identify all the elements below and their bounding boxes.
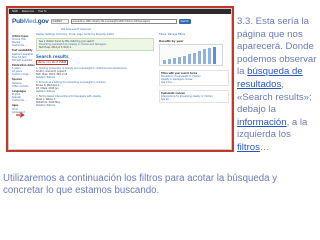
sidebar-filter-item[interactable]: Customize ... <box>12 44 33 47</box>
information-link[interactable]: información <box>237 117 287 128</box>
year-bars <box>163 47 216 64</box>
related-citations-link[interactable]: Related citations <box>36 90 154 93</box>
topbar-item-ncbi[interactable]: NCBI <box>12 10 18 13</box>
related-citations-link[interactable]: Related citations <box>36 104 154 107</box>
panel-link[interactable]: See more... <box>161 81 227 84</box>
pubmed-screenshot: NCBI Resources How To PubMed.gov PubMed … <box>8 8 232 150</box>
result-item: 3. Family-based interventions for teenag… <box>36 95 154 107</box>
results-by-year-chart[interactable] <box>159 44 223 66</box>
filters-sidebar: Article types Clinical Trial Review Customi… <box>12 33 35 114</box>
topbar-item-resources[interactable]: Resources <box>22 10 34 13</box>
search-bar-row: PubMed.gov PubMed prevention AND obesity… <box>9 14 231 29</box>
filters-pointer-arrow <box>16 112 25 118</box>
panel-link[interactable]: See all... <box>161 98 227 101</box>
callout-text: … <box>259 141 270 153</box>
result-item: 2. Schools as a setting for preventing o… <box>36 81 154 93</box>
search-results-link[interactable]: búsqueda de resultados <box>237 66 303 90</box>
result-item: 1. Tackling prevention of obesity and ov… <box>36 67 154 79</box>
explanation-callout: 3.3. Esta sería la página que nos aparec… <box>237 16 317 155</box>
filters-link[interactable]: filtros <box>237 142 260 153</box>
results-list: 1. Tackling prevention of obesity and ov… <box>36 67 154 107</box>
related-citations-link[interactable]: Related citations <box>36 76 154 79</box>
display-settings[interactable]: Display Settings: Summary, 20 per page, … <box>36 33 154 37</box>
manage-filters-link[interactable]: Filters: Manage Filters <box>159 33 229 36</box>
right-column: Filters: Manage Filters Results by year … <box>159 33 229 103</box>
titles-panel: Titles with your search terms Prevention… <box>159 70 229 86</box>
search-input[interactable]: prevention AND obesity OR overweight AND… <box>70 19 177 24</box>
advanced-links[interactable]: RSS Save search Advanced <box>61 28 91 31</box>
pubmed-logo[interactable]: PubMed.gov <box>12 18 49 25</box>
sidebar-filter-item[interactable]: Full text available <box>12 59 33 62</box>
sidebar-filter-item[interactable]: Other Animals <box>12 85 33 88</box>
database-select[interactable]: PubMed <box>50 19 69 24</box>
topbar-item-howto[interactable]: How To <box>38 10 47 13</box>
title-match-notice: See 1 citation found by title matching y… <box>36 38 154 51</box>
search-button[interactable]: Search <box>178 19 191 24</box>
sidebar-filter-item[interactable]: Custom range... <box>12 73 33 76</box>
notice-line: Nutr Hosp. 2014 Jul 1;30(1):1. <box>39 46 72 49</box>
results-main: Display Settings: Summary, 20 per page, … <box>36 33 154 107</box>
results-by-year-title: Results by year <box>159 39 184 43</box>
sidebar-filter-item[interactable]: Customize ... <box>12 99 33 102</box>
search-results-heading: Search results <box>36 54 69 59</box>
slide-caption: Utilizaremos a continuación los filtros … <box>3 173 278 197</box>
items-count: Items: 1 to 20 of 15898 <box>36 60 69 65</box>
reviews-panel: Systematic reviews Interventions for pre… <box>159 90 229 103</box>
